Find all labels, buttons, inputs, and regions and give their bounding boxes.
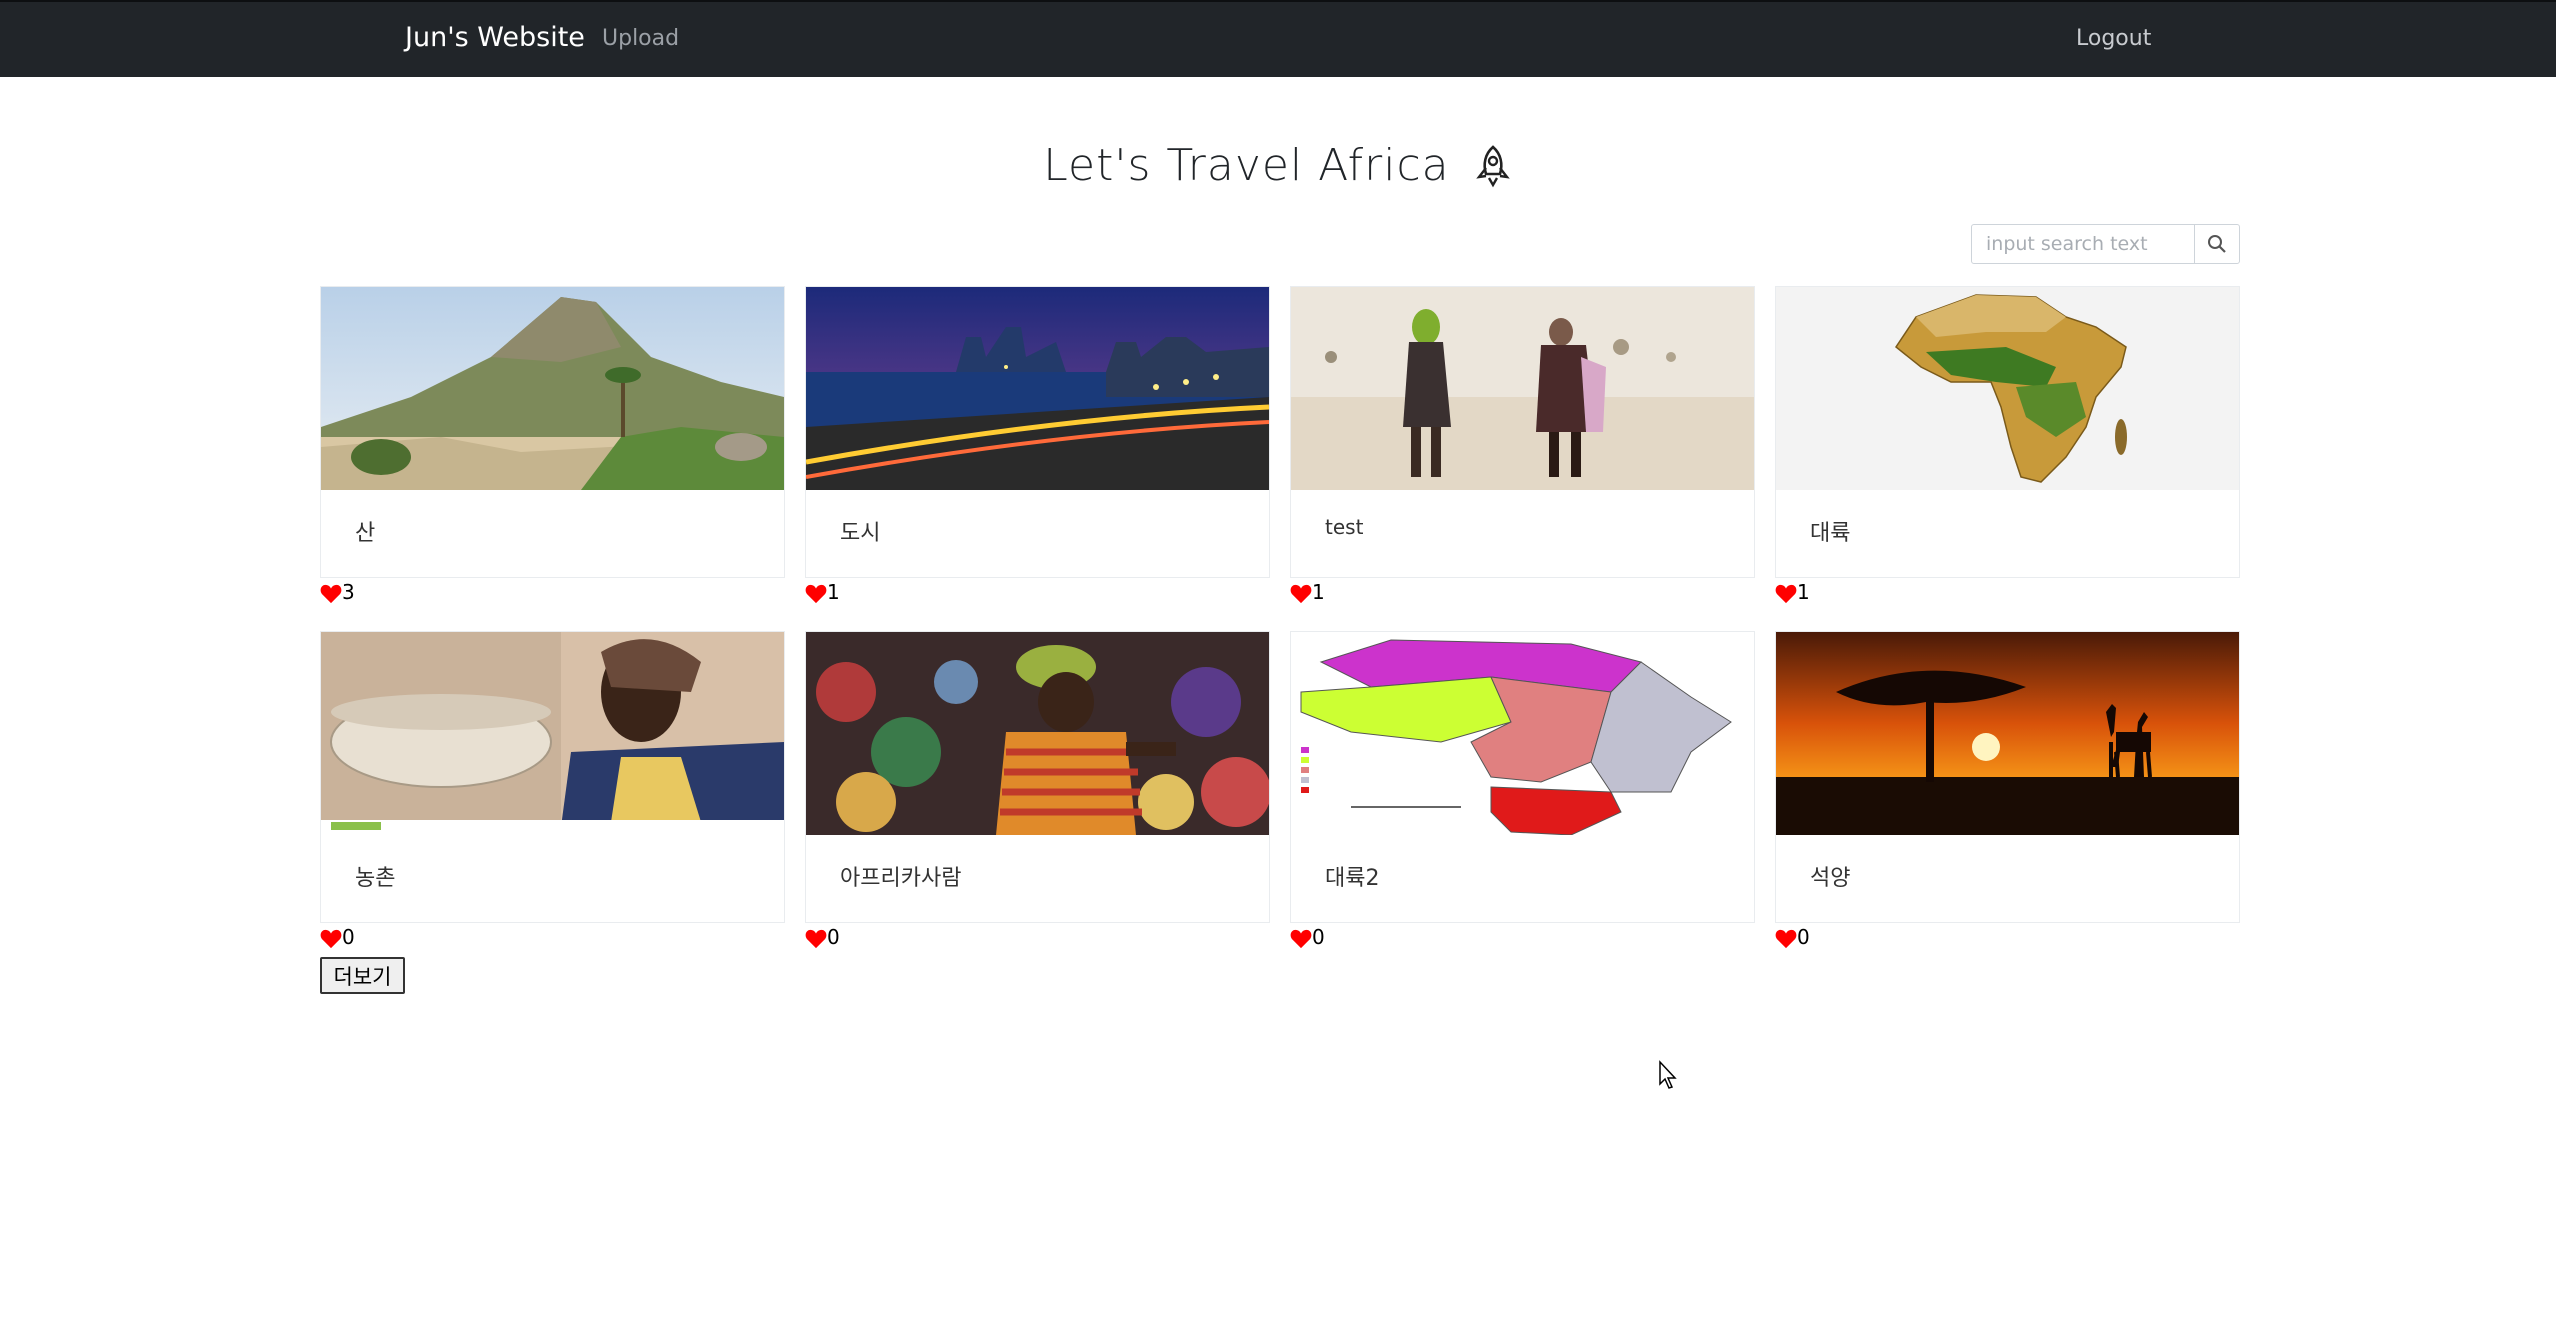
card-title: 대륙2 [1325,866,1380,891]
rocket-icon [1475,144,1510,187]
like-count: 0 [1312,925,1325,949]
like-counter: 0 [805,925,840,949]
card-title: 농촌 [355,866,396,891]
load-more-button[interactable]: 더보기 [320,957,405,994]
like-counter: 1 [805,580,840,604]
card-title: 도시 [840,521,881,546]
like-count: 1 [1797,580,1810,604]
card-title: 산 [355,521,376,546]
heart-icon[interactable] [805,929,827,949]
mouse-cursor-icon [1659,1060,1677,1089]
gallery-card[interactable]: 석양 [1775,631,2240,923]
heart-icon[interactable] [320,584,342,604]
gallery-card[interactable]: 대륙2 [1290,631,1755,923]
heart-icon[interactable] [805,584,827,604]
page-title: Let's Travel Africa [1043,140,1450,191]
heart-icon[interactable] [1290,929,1312,949]
card-title: 아프리카사람 [840,866,962,891]
like-counter: 0 [1775,925,1810,949]
like-count: 0 [827,925,840,949]
brand-link[interactable]: Jun's Website [405,22,585,53]
card-title: test [1325,515,1364,539]
gallery-card[interactable]: 아프리카사람 [805,631,1270,923]
page-header: Let's Travel Africa [0,140,2556,191]
search-group [1971,224,2240,264]
nav-upload-link[interactable]: Upload [602,26,679,51]
like-counter: 1 [1290,580,1325,604]
africa-relief-map [1776,287,2239,490]
like-counter: 0 [320,925,355,949]
like-count: 3 [342,580,355,604]
savanna-sunset-photo [1776,632,2239,835]
gallery-card[interactable]: 대륙 [1775,286,2240,578]
like-count: 1 [1312,580,1325,604]
women-walking-desert-photo [1291,287,1754,490]
africa-regions-map [1291,632,1754,835]
like-count: 1 [827,580,840,604]
nav-logout-link[interactable]: Logout [2076,26,2151,51]
mountain-coast-photo [321,287,784,490]
woman-carrying-bowl-photo [321,632,784,835]
heart-icon[interactable] [320,929,342,949]
like-counter: 1 [1775,580,1810,604]
like-count: 0 [1797,925,1810,949]
heart-icon[interactable] [1290,584,1312,604]
gallery-card[interactable]: 산 [320,286,785,578]
like-counter: 3 [320,580,355,604]
search-button[interactable] [2194,225,2239,263]
search-input[interactable] [1972,225,2194,263]
gallery-card[interactable]: test [1290,286,1755,578]
heart-icon[interactable] [1775,584,1797,604]
card-title: 석양 [1810,866,1851,891]
like-count: 0 [342,925,355,949]
gallery-card[interactable]: 농촌 [320,631,785,923]
like-counter: 0 [1290,925,1325,949]
gallery-card[interactable]: 도시 [805,286,1270,578]
heart-icon[interactable] [1775,929,1797,949]
navbar: Jun's Website Upload Logout [0,0,2556,77]
night-city-photo [806,287,1269,490]
market-woman-photo [806,632,1269,835]
card-title: 대륙 [1810,521,1851,546]
search-icon [2208,235,2226,253]
